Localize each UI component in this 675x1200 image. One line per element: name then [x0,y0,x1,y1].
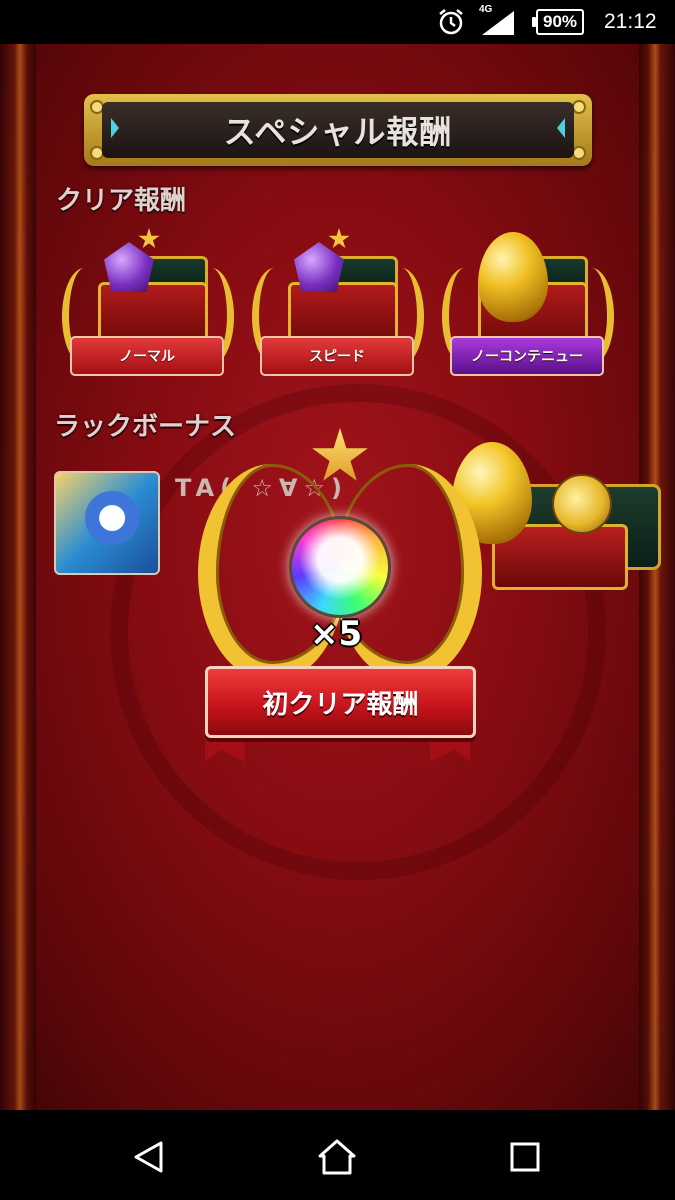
alarm-icon [436,0,466,44]
clock: 21:12 [604,10,657,33]
first-clear-label: 初クリア報酬 [262,689,419,720]
status-bar: 4G 90% 21:12 [0,0,675,44]
clear-reward-no-continue[interactable]: ノーコンテニュー [438,232,618,392]
arrow-left-icon [111,118,119,138]
home-icon[interactable] [312,1132,362,1182]
title-banner: スペシャル報酬 [84,94,592,166]
coin-icon [552,474,612,534]
navigation-bar [0,1110,675,1200]
clear-rewards-label: クリア報酬 [56,186,187,216]
star-icon [328,228,350,249]
reward-ribbon: ノーコンテニュー [450,336,604,376]
reward-ribbon: ノーマル [70,336,224,376]
battery-indicator: 90% [531,0,585,44]
battery-level: 90% [543,12,578,31]
reward-ribbon: スピード [260,336,414,376]
page-title: スペシャル報酬 [223,113,453,151]
star-icon [138,228,160,249]
first-clear-ribbon: 初クリア報酬 [205,666,476,738]
clear-reward-normal[interactable]: ノーマル [58,228,238,392]
bolt-decoration [572,100,586,114]
bolt-decoration [572,146,586,160]
monster-avatar[interactable] [54,471,160,575]
right-frame [639,44,675,1110]
clear-reward-speed[interactable]: スピード [248,228,428,392]
title-plate: スペシャル報酬 [102,102,574,158]
egg-icon [478,232,548,322]
arrow-right-icon [557,118,565,138]
battery-icon: 90% [531,9,585,35]
game-screen: スペシャル報酬 クリア報酬 ノーマル スピード ノーコンテニュー ラックボーナス… [0,44,675,1110]
reward-count: ×5 [310,614,363,654]
gem-icon [104,242,154,292]
signal-icon [480,0,516,44]
left-frame [0,44,36,1110]
star-icon [312,428,368,481]
gem-icon [294,242,344,292]
rainbow-orb-icon [289,516,391,618]
back-icon[interactable] [124,1132,174,1182]
recent-apps-icon[interactable] [500,1132,550,1182]
first-clear-reward[interactable]: ×5 初クリア報酬 [170,424,510,764]
